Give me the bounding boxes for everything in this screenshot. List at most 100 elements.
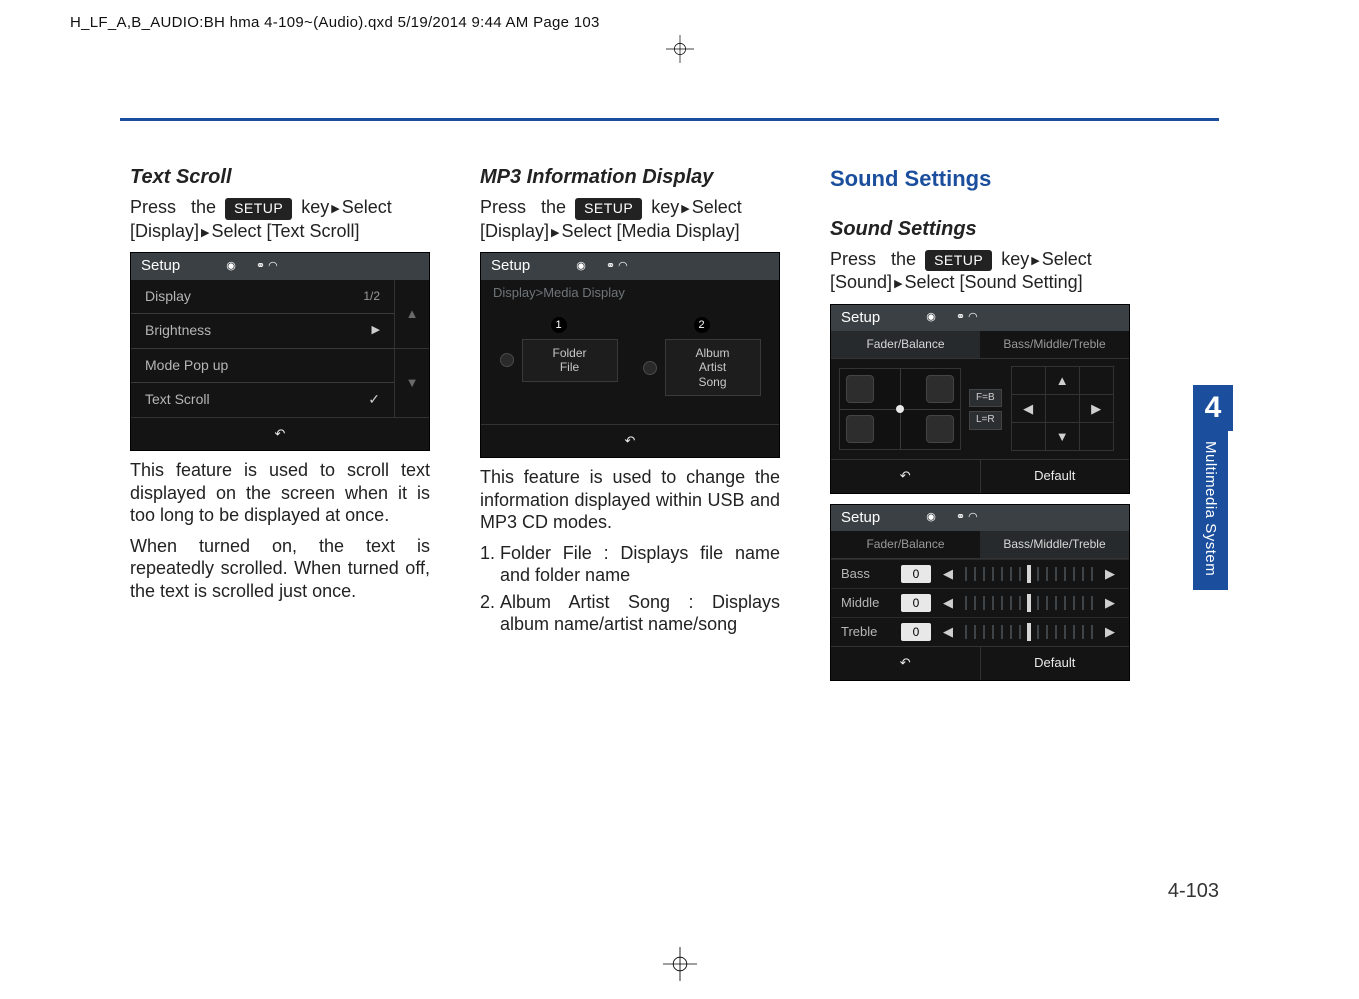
lr-label: L=R [969,411,1002,430]
back-button[interactable]: ↶ [831,460,980,492]
seat-icon [846,375,874,403]
tab-bass-middle-treble[interactable]: Bass/Middle/Treble [980,531,1129,559]
heading-sound-settings: Sound Settings [830,217,1130,242]
tab-fader-balance[interactable]: Fader/Balance [831,331,980,359]
registration-mark-icon [666,35,694,63]
column-text-scroll: Text Scroll Press the SETUP key▶Select [… [130,165,430,689]
status-icons: ◉ ⚭ ◠ [226,260,277,274]
eq-row-middle: Middle 0 ◀ ▶ [831,588,1129,617]
screenshot-media-display: Setup ◉⚭ ◠ Display>Media Display 1 Folde… [480,252,780,458]
decrease-button[interactable]: ◀ [939,595,957,611]
setup-key-badge: SETUP [575,198,642,220]
eq-value: 0 [901,594,931,612]
screen-title: Setup [841,309,880,328]
triangle-icon: ▶ [679,203,691,215]
default-button[interactable]: Default [980,460,1130,492]
screen-title-bar: Setup ◉⚭ ◠ [831,305,1129,332]
increase-button[interactable]: ▶ [1101,595,1119,611]
prepress-header: H_LF_A,B_AUDIO:BH hma 4-109~(Audio).qxd … [70,14,600,31]
eq-value: 0 [901,623,931,641]
chevron-right-icon: ▶ [372,324,380,338]
screen-title: Setup [141,257,180,276]
default-button[interactable]: Default [980,647,1130,679]
increase-button[interactable]: ▶ [1101,624,1119,640]
triangle-icon: ▶ [892,278,904,290]
instruction-mp3-info: Press the SETUP key▶Select [Display]▶Sel… [480,196,780,242]
back-button[interactable]: ↶ [831,647,980,679]
setup-key-badge: SETUP [225,198,292,220]
tab-bass-middle-treble[interactable]: Bass/Middle/Treble [980,331,1129,359]
setup-key-badge: SETUP [925,250,992,272]
heading-sound-settings-blue: Sound Settings [830,165,1130,193]
fader-balance-grid[interactable] [839,368,961,450]
instruction-sound-settings: Press the SETUP key▶Select [Sound]▶Selec… [830,248,1130,294]
slider-thumb-icon [1027,594,1031,612]
position-dot-icon [896,405,904,413]
radio-icon [500,353,514,367]
status-icons: ◉⚭ ◠ [576,260,627,274]
mp3-list: Folder File : Displays file name and fol… [480,542,780,636]
slider-thumb-icon [1027,565,1031,583]
eq-slider[interactable] [965,625,1093,639]
instruction-text-scroll: Press the SETUP key▶Select [Display]▶Sel… [130,196,430,242]
triangle-icon: ▶ [329,203,341,215]
callout-number-icon: 2 [694,317,710,333]
eq-slider[interactable] [965,567,1093,581]
list-item: Album Artist Song : Displays album name/… [500,591,780,636]
status-icons: ◉ ⚭ ◠ [926,511,977,525]
screenshot-fader-balance: Setup ◉⚭ ◠ Fader/Balance Bass/Middle/Tre… [830,304,1130,494]
screenshot-bass-middle-treble: Setup ◉ ⚭ ◠ Fader/Balance Bass/Middle/Tre… [830,504,1130,681]
arrow-down-button[interactable]: ▼ [1045,422,1080,451]
tab-fader-balance[interactable]: Fader/Balance [831,531,980,559]
menu-row-brightness[interactable]: Brightness ▶ [131,313,394,348]
para-mp3-1: This feature is used to change the infor… [480,466,780,534]
option-album-artist-song[interactable]: 2 Album Artist Song [637,316,766,396]
arrow-left-button[interactable]: ◀ [1011,394,1046,423]
chapter-side-tab: 4 Multimedia System [1193,385,1233,590]
screen-title-bar: Setup ◉ ⚭ ◠ [131,253,429,280]
para-text-scroll-1: This feature is used to scroll text disp… [130,459,430,527]
seat-icon [846,415,874,443]
back-button[interactable]: ↶ [131,418,429,450]
chapter-number: 4 [1193,385,1233,431]
disc-icon: ◉ [926,511,936,525]
triangle-icon: ▶ [549,227,561,239]
heading-mp3-info: MP3 Information Display [480,165,780,190]
eq-row-treble: Treble 0 ◀ ▶ [831,617,1129,646]
check-icon: ✓ [368,391,380,409]
direction-pad: ▲ ◀ ▶ ▼ [1012,367,1114,451]
status-icons: ◉⚭ ◠ [926,311,977,325]
seat-icon [926,375,954,403]
triangle-icon: ▶ [1029,255,1041,267]
list-item: Folder File : Displays file name and fol… [500,542,780,587]
screen-title: Setup [841,509,880,528]
back-button[interactable]: ↶ [481,425,779,457]
registration-mark-icon [663,947,697,981]
eq-slider[interactable] [965,596,1093,610]
chapter-label: Multimedia System [1193,431,1228,590]
slider-thumb-icon [1027,623,1031,641]
option-folder-file[interactable]: 1 Folder File [494,316,623,396]
scroll-down-button[interactable]: ▼ [395,348,429,417]
eq-value: 0 [901,565,931,583]
arrow-up-button[interactable]: ▲ [1045,366,1080,395]
screen-title: Setup [491,257,530,276]
decrease-button[interactable]: ◀ [939,566,957,582]
page-number: 4-103 [1168,880,1219,903]
disc-icon: ◉ [576,260,586,274]
menu-row-text-scroll[interactable]: Text Scroll ✓ [131,382,394,417]
disc-icon: ◉ [226,260,236,274]
eq-row-bass: Bass 0 ◀ ▶ [831,559,1129,588]
scroll-up-button[interactable]: ▲ [395,280,429,348]
menu-row-mode-popup[interactable]: Mode Pop up [131,348,394,383]
bt-link-icon: ⚭ ◠ [256,260,278,274]
bt-link-icon: ⚭ ◠ [956,511,978,525]
content-area: Text Scroll Press the SETUP key▶Select [… [130,165,1130,689]
decrease-button[interactable]: ◀ [939,624,957,640]
fb-label: F=B [969,389,1002,408]
heading-text-scroll: Text Scroll [130,165,430,190]
increase-button[interactable]: ▶ [1101,566,1119,582]
arrow-right-button[interactable]: ▶ [1079,394,1114,423]
scroll-side: ▲ ▼ [394,280,429,417]
menu-row-display[interactable]: Display 1/2 [131,280,394,314]
